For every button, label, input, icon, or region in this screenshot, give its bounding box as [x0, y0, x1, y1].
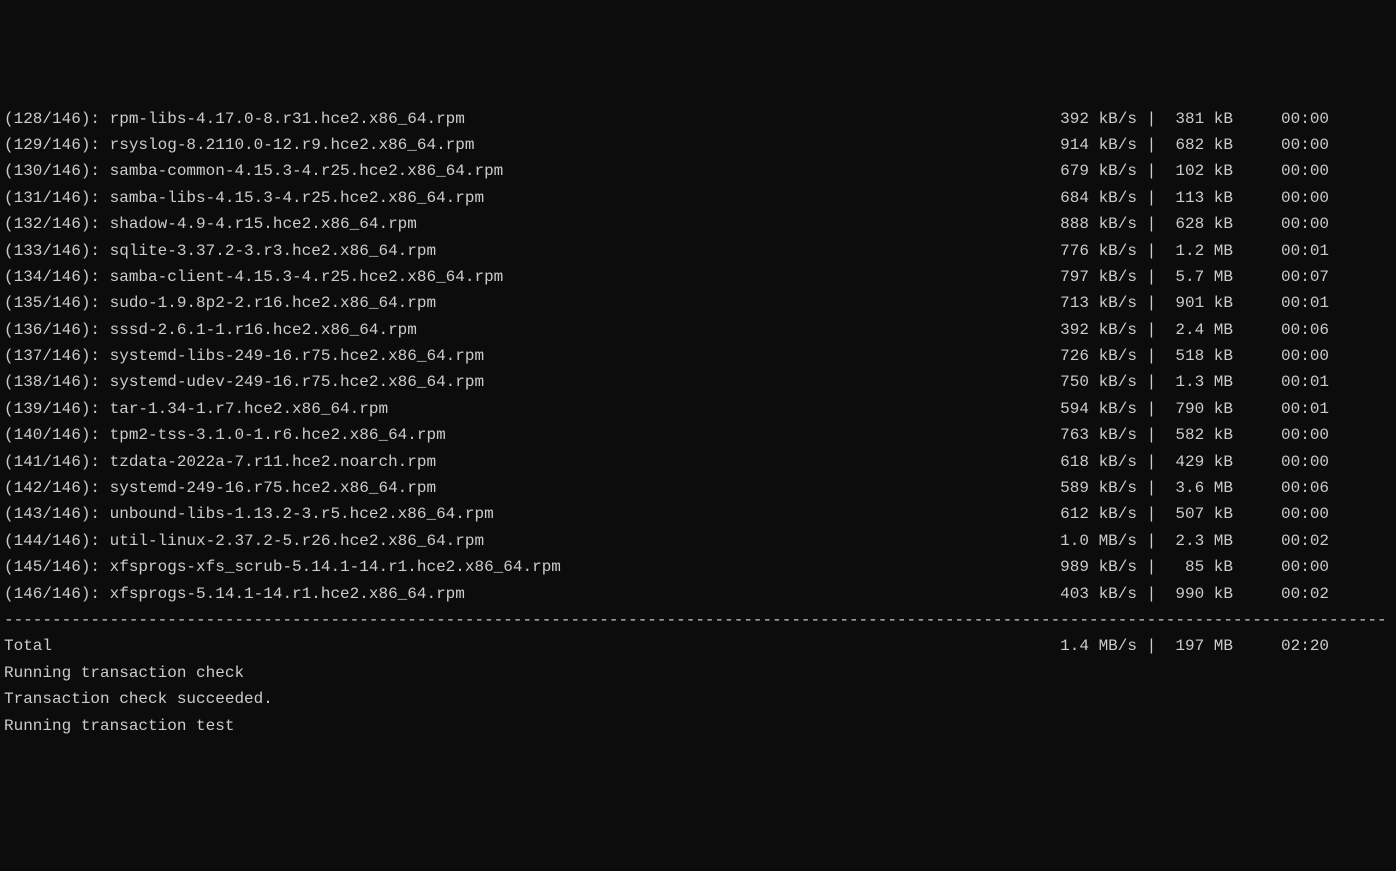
- status-line: Running transaction test: [4, 713, 1392, 739]
- download-row: (134/146): samba-client-4.15.3-4.r25.hce…: [4, 264, 1392, 290]
- status-line: Running transaction check: [4, 660, 1392, 686]
- download-row: (141/146): tzdata-2022a-7.r11.hce2.noarc…: [4, 449, 1392, 475]
- download-row: (133/146): sqlite-3.37.2-3.r3.hce2.x86_6…: [4, 238, 1392, 264]
- download-row: (131/146): samba-libs-4.15.3-4.r25.hce2.…: [4, 185, 1392, 211]
- download-row: (137/146): systemd-libs-249-16.r75.hce2.…: [4, 343, 1392, 369]
- download-row: (136/146): sssd-2.6.1-1.r16.hce2.x86_64.…: [4, 317, 1392, 343]
- download-row: (128/146): rpm-libs-4.17.0-8.r31.hce2.x8…: [4, 106, 1392, 132]
- download-row: (146/146): xfsprogs-5.14.1-14.r1.hce2.x8…: [4, 581, 1392, 607]
- download-row: (129/146): rsyslog-8.2110.0-12.r9.hce2.x…: [4, 132, 1392, 158]
- download-row: (138/146): systemd-udev-249-16.r75.hce2.…: [4, 369, 1392, 395]
- download-row: (145/146): xfsprogs-xfs_scrub-5.14.1-14.…: [4, 554, 1392, 580]
- download-row: (132/146): shadow-4.9-4.r15.hce2.x86_64.…: [4, 211, 1392, 237]
- download-row: (144/146): util-linux-2.37.2-5.r26.hce2.…: [4, 528, 1392, 554]
- status-line: Transaction check succeeded.: [4, 686, 1392, 712]
- total-row: Total 1.4 MB/s | 197 MB 02:20: [4, 633, 1392, 659]
- download-row: (143/146): unbound-libs-1.13.2-3.r5.hce2…: [4, 501, 1392, 527]
- download-row: (135/146): sudo-1.9.8p2-2.r16.hce2.x86_6…: [4, 290, 1392, 316]
- download-row: (142/146): systemd-249-16.r75.hce2.x86_6…: [4, 475, 1392, 501]
- terminal-output: (128/146): rpm-libs-4.17.0-8.r31.hce2.x8…: [0, 106, 1396, 739]
- separator-line: ----------------------------------------…: [4, 607, 1392, 633]
- download-row: (140/146): tpm2-tss-3.1.0-1.r6.hce2.x86_…: [4, 422, 1392, 448]
- download-row: (130/146): samba-common-4.15.3-4.r25.hce…: [4, 158, 1392, 184]
- download-row: (139/146): tar-1.34-1.r7.hce2.x86_64.rpm…: [4, 396, 1392, 422]
